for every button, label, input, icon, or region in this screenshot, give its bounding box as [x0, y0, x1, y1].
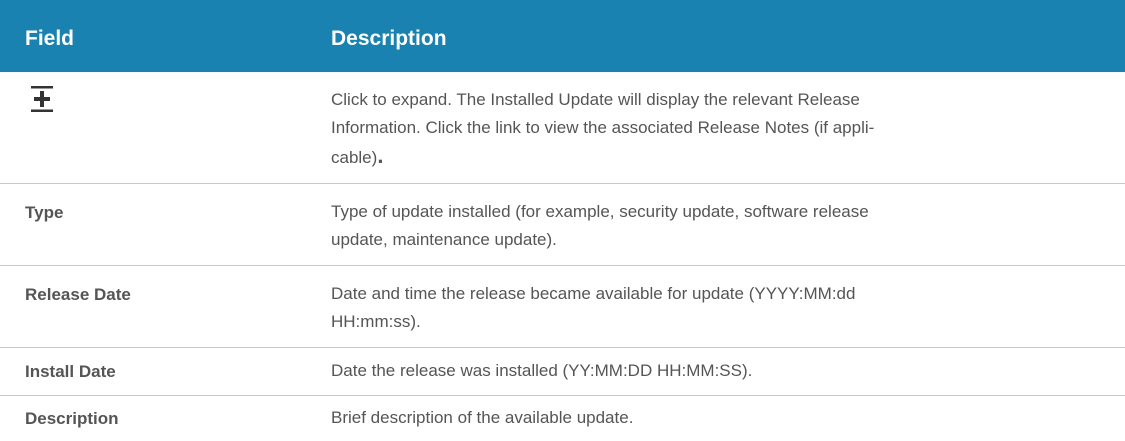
row-description: Brief description of the available updat… — [331, 404, 1101, 432]
table-row: Type Type of update installed (for examp… — [0, 184, 1125, 266]
description-line: Type of update installed (for example, s… — [331, 202, 869, 221]
table-header-row: Field Description — [0, 0, 1125, 72]
row-field-label: Type — [25, 203, 64, 222]
description-period: . — [377, 143, 384, 168]
header-description: Description — [331, 27, 447, 50]
row-field-label: Release Date — [25, 285, 131, 304]
header-field: Field — [25, 27, 75, 50]
plus-icon[interactable] — [31, 86, 53, 112]
description-line: HH:mm:ss). — [331, 312, 421, 331]
description-line: Information. Click the link to view the … — [331, 118, 875, 137]
table-row: Release Date Date and time the release b… — [0, 266, 1125, 348]
description-text: cable) — [331, 148, 378, 167]
description-line: Date the release was installed (YY:MM:DD… — [331, 361, 753, 380]
table-row: Install Date Date the release was instal… — [0, 348, 1125, 396]
field-description-table: Field Description Click to expand. The I… — [0, 0, 1125, 441]
description-line: Click to expand. The Installed Update wi… — [331, 90, 860, 109]
table-row: Click to expand. The Installed Update wi… — [0, 72, 1125, 184]
description-line: cable). — [331, 142, 1101, 172]
row-description: Type of update installed (for example, s… — [331, 198, 1101, 254]
row-description: Date and time the release became availab… — [331, 280, 1101, 336]
description-line: update, maintenance update). — [331, 230, 557, 249]
row-field-label: Install Date — [25, 362, 116, 381]
row-field-label: Description — [25, 409, 119, 428]
description-line: Date and time the release became availab… — [331, 284, 856, 303]
description-line: Brief description of the available updat… — [331, 408, 634, 427]
row-description: Click to expand. The Installed Update wi… — [331, 86, 1101, 172]
table-row: Description Brief description of the ava… — [0, 396, 1125, 441]
row-description: Date the release was installed (YY:MM:DD… — [331, 357, 1101, 385]
